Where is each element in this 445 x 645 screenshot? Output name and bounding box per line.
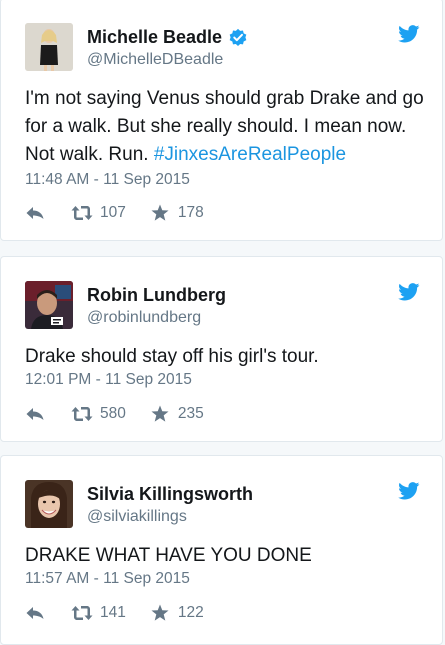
tweet-text: DRAKE WHAT HAVE YOU DONE bbox=[25, 545, 312, 566]
retweet-button[interactable]: 141 bbox=[71, 604, 150, 622]
author-handle[interactable]: @robinlundberg bbox=[87, 309, 201, 327]
tweet-card[interactable]: Michelle Beadle @MichelleDBeadle I'm not… bbox=[0, 0, 443, 241]
tweet-text: Drake should stay off his girl's tour. bbox=[25, 346, 319, 367]
verified-badge-icon bbox=[228, 28, 248, 48]
retweet-button[interactable]: 580 bbox=[71, 405, 150, 423]
author-name-text[interactable]: Michelle Beadle bbox=[87, 27, 222, 48]
like-count: 178 bbox=[177, 204, 204, 221]
retweet-icon bbox=[71, 606, 93, 620]
reply-icon bbox=[26, 607, 44, 619]
like-button[interactable]: 122 bbox=[150, 604, 204, 622]
reply-icon bbox=[26, 207, 44, 219]
author-name[interactable]: Robin Lundberg bbox=[87, 285, 226, 306]
reply-button[interactable] bbox=[25, 407, 71, 421]
like-count: 235 bbox=[177, 405, 204, 422]
like-star-icon bbox=[151, 405, 169, 422]
retweet-count: 107 bbox=[100, 204, 126, 221]
tweet-actions: 141 122 bbox=[25, 602, 204, 624]
author-handle[interactable]: @MichelleDBeadle bbox=[87, 51, 223, 69]
like-button[interactable]: 178 bbox=[150, 204, 204, 222]
tweet-card[interactable]: Robin Lundberg @robinlundberg Drake shou… bbox=[0, 256, 443, 442]
retweet-count: 141 bbox=[100, 604, 126, 621]
tweet-timestamp[interactable]: 11:57 AM - 11 Sep 2015 bbox=[25, 570, 190, 588]
retweet-icon bbox=[71, 407, 93, 421]
avatar[interactable] bbox=[25, 281, 73, 329]
tweet-card[interactable]: Silvia Killingsworth @silviakillings DRA… bbox=[0, 455, 443, 645]
author-handle[interactable]: @silviakillings bbox=[87, 508, 187, 526]
retweet-button[interactable]: 107 bbox=[71, 204, 150, 222]
avatar[interactable] bbox=[25, 23, 73, 71]
twitter-bird-icon[interactable] bbox=[398, 482, 420, 500]
like-button[interactable]: 235 bbox=[150, 405, 204, 423]
like-count: 122 bbox=[177, 604, 204, 621]
tweet-actions: 107 178 bbox=[25, 202, 204, 224]
avatar[interactable] bbox=[25, 480, 73, 528]
reply-button[interactable] bbox=[25, 206, 71, 220]
reply-button[interactable] bbox=[25, 606, 71, 620]
like-star-icon bbox=[151, 204, 169, 221]
author-name[interactable]: Silvia Killingsworth bbox=[87, 484, 253, 505]
author-name-text[interactable]: Silvia Killingsworth bbox=[87, 484, 253, 505]
reply-icon bbox=[26, 408, 44, 420]
retweet-icon bbox=[71, 206, 93, 220]
twitter-bird-icon[interactable] bbox=[398, 283, 420, 301]
tweet-timestamp[interactable]: 11:48 AM - 11 Sep 2015 bbox=[25, 171, 190, 189]
author-name-text[interactable]: Robin Lundberg bbox=[87, 285, 226, 306]
twitter-bird-icon[interactable] bbox=[398, 25, 420, 43]
tweet-timestamp[interactable]: 12:01 PM - 11 Sep 2015 bbox=[25, 371, 192, 389]
retweet-count: 580 bbox=[100, 405, 126, 422]
tweet-text: I'm not saying Venus should grab Drake a… bbox=[25, 85, 428, 169]
author-name[interactable]: Michelle Beadle bbox=[87, 27, 248, 48]
tweet-actions: 580 235 bbox=[25, 403, 204, 425]
hashtag-link[interactable]: #JinxesAreRealPeople bbox=[154, 144, 346, 165]
like-star-icon bbox=[151, 604, 169, 621]
